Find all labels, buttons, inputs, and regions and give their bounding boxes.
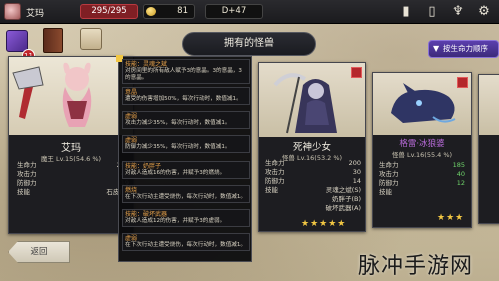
skill-entry: 技能：灵魂之斌 对房间里的所有敌人赋予3的意晶。3的意晶，3的意晶。 bbox=[122, 59, 250, 84]
screen: 艾玛 295/295 81 D+47 ▮ ▯ ♆ ⚙ 11 拥有的怪兽 ▼ 按生… bbox=[0, 0, 499, 281]
notebook-icon[interactable]: ▮ bbox=[398, 4, 414, 20]
skill-entry: 技能：破坏武器 对敌人造成12的伤害，并赋予3的虚弱。 bbox=[122, 209, 250, 227]
scroll-icon[interactable] bbox=[80, 28, 102, 50]
filter-icon: ▼ bbox=[433, 44, 440, 53]
back-button[interactable]: 返回 bbox=[8, 241, 70, 263]
player-avatar[interactable] bbox=[4, 3, 21, 20]
monster-name: 艾玛 bbox=[61, 143, 81, 154]
red-flag-icon[interactable] bbox=[351, 67, 362, 78]
skill-entry: 虚弱 防御力减少35%，每次行动时，数值减1。 bbox=[122, 135, 250, 153]
spellbook-icon[interactable] bbox=[43, 28, 63, 53]
red-flag-icon[interactable] bbox=[457, 77, 468, 88]
skill-entry: 燃烧 在下次行动主遭受烧伤，每次行动时，数值减1。 bbox=[122, 185, 250, 203]
coin-icon bbox=[146, 7, 156, 16]
monster-name: 死神少女 bbox=[292, 142, 331, 153]
monster-portrait bbox=[259, 63, 365, 137]
book-icon[interactable]: ▯ bbox=[424, 4, 440, 20]
monster-card-emma[interactable]: 艾玛 魔王 Lv.15(54.6 %) 生命力295 攻击力42 防御力19 技… bbox=[8, 56, 134, 234]
monster-portrait bbox=[479, 75, 499, 135]
monster-stats: 生命力295 攻击力42 防御力19 技能石皮(C) bbox=[17, 161, 129, 196]
watermark: 脉冲手游网 bbox=[358, 254, 474, 279]
monster-level: 怪兽 Lv.16(55.4 %) bbox=[391, 151, 453, 159]
gear-icon[interactable]: ⚙ bbox=[476, 4, 492, 20]
monster-card-partial[interactable] bbox=[478, 74, 499, 224]
demon-icon[interactable]: ♆ bbox=[450, 4, 466, 20]
skill-entry: 技能：奶胖子 对敌人造成16的伤害，并赋予3的燃烧。 bbox=[122, 161, 250, 179]
monster-card-death-girl[interactable]: 死神少女 怪兽 Lv.16(53.2 %) 生命力 200 攻击力 30 防御力 14… bbox=[258, 62, 366, 232]
hp-counter: 295/295 bbox=[80, 4, 138, 19]
skill-entry: 虚弱 在下次行动主遭受烧伤，每次行动时，数值减1。 bbox=[122, 233, 250, 251]
rating-stars: ★★★ bbox=[437, 213, 465, 223]
skill-tooltip: 技能：灵魂之斌 对房间里的所有敌人赋予3的意晶。3的意晶，3的意晶。 意晶 遭受的伤… bbox=[116, 55, 252, 262]
monster-portrait bbox=[9, 57, 133, 135]
skill-entry: 意晶 遭受的伤害增加50%，每次行动时，数值减1。 bbox=[122, 87, 250, 105]
skill-entry: 虚弱 攻击力减少35%，每次行动时，数值减1。 bbox=[122, 111, 250, 129]
rating-stars: ★★★★★ bbox=[301, 219, 347, 229]
monster-card-ice-wolf[interactable]: 格雷·冰狼婆 怪兽 Lv.16(55.4 %) 生命力 185 攻击力 40 防御力… bbox=[372, 72, 472, 228]
player-name: 艾玛 bbox=[26, 9, 45, 19]
day-counter: D+47 bbox=[205, 4, 263, 19]
top-bar: 艾玛 295/295 81 D+47 ▮ ▯ ♆ ⚙ bbox=[0, 0, 499, 24]
monster-name: 格雷·冰狼婆 bbox=[399, 139, 445, 149]
sort-button[interactable]: ▼ 按生命力顺序 bbox=[428, 40, 499, 58]
monster-stats: 生命力 200 攻击力 30 防御力 14 技能 灵魂之斌(S) 奶胖子(B) 破坏武器… bbox=[265, 159, 361, 212]
monster-stats: 生命力 185 攻击力 40 防御力 12 技能 bbox=[379, 161, 465, 196]
sort-button-label: 按生命力顺序 bbox=[443, 44, 488, 53]
page-title: 拥有的怪兽 bbox=[182, 32, 316, 56]
